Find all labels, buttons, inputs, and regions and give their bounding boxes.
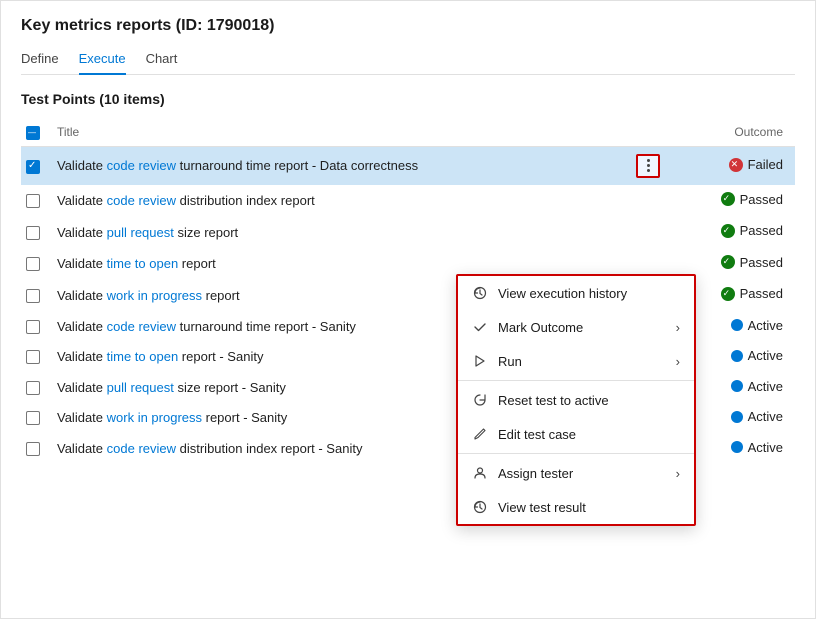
title-column-header: Title <box>49 119 628 146</box>
active-icon <box>731 319 743 331</box>
outcome-label: Active <box>748 318 783 333</box>
menu-item-label: Mark Outcome <box>498 320 583 335</box>
menu-item-label: Run <box>498 354 522 369</box>
failed-icon <box>729 158 743 172</box>
row-checkbox[interactable] <box>26 226 40 240</box>
row-checkbox[interactable] <box>26 289 40 303</box>
row-checkbox[interactable] <box>26 381 40 395</box>
outcome-badge: Failed <box>729 157 783 172</box>
outcome-label: Passed <box>740 223 783 238</box>
row-title: Validate code review distribution index … <box>49 185 628 217</box>
row-checkbox[interactable] <box>26 320 40 334</box>
outcome-label: Active <box>748 440 783 455</box>
outcome-badge: Passed <box>721 255 783 270</box>
passed-icon <box>721 287 735 301</box>
row-checkbox[interactable] <box>26 160 40 174</box>
outcome-cell: Failed <box>668 146 795 185</box>
outcome-label: Passed <box>740 286 783 301</box>
outcome-badge: Passed <box>721 286 783 301</box>
row-checkbox[interactable] <box>26 442 40 456</box>
outcome-badge: Active <box>731 348 783 363</box>
menu-item-check[interactable]: Mark Outcome › <box>458 310 694 344</box>
active-icon <box>731 441 743 453</box>
menu-icon-play <box>472 353 488 369</box>
table-row[interactable]: Validate code review turnaround time rep… <box>21 146 795 185</box>
context-menu: View execution history Mark Outcome › Ru… <box>456 274 696 526</box>
menu-item-label: View test result <box>498 500 586 515</box>
section-title: Test Points (10 items) <box>21 91 795 107</box>
menu-icon-check <box>472 319 488 335</box>
active-icon <box>731 380 743 392</box>
page-container: Key metrics reports (ID: 1790018) Define… <box>0 0 816 619</box>
menu-icon-person <box>472 465 488 481</box>
table-container: Title Outcome Validate code review turna… <box>21 119 795 608</box>
tab-define[interactable]: Define <box>21 47 59 74</box>
outcome-label: Failed <box>748 157 783 172</box>
menu-item-label: Edit test case <box>498 427 576 442</box>
menu-item-play[interactable]: Run › <box>458 344 694 378</box>
active-icon <box>731 411 743 423</box>
menu-item-history2[interactable]: View test result <box>458 490 694 524</box>
row-title: Validate pull request size report <box>49 216 628 248</box>
outcome-column-header: Outcome <box>668 119 795 146</box>
menu-icon-history2 <box>472 499 488 515</box>
outcome-badge: Active <box>731 440 783 455</box>
outcome-label: Passed <box>740 192 783 207</box>
menu-item-label: View execution history <box>498 286 627 301</box>
menu-item-edit[interactable]: Edit test case <box>458 417 694 451</box>
row-checkbox[interactable] <box>26 411 40 425</box>
passed-icon <box>721 192 735 206</box>
outcome-badge: Active <box>731 379 783 394</box>
active-icon <box>731 350 743 362</box>
menu-icon-reset <box>472 392 488 408</box>
passed-icon <box>721 255 735 269</box>
row-checkbox[interactable] <box>26 350 40 364</box>
row-checkbox[interactable] <box>26 257 40 271</box>
page-title: Key metrics reports (ID: 1790018) <box>21 17 795 35</box>
outcome-cell: Passed <box>668 185 795 217</box>
row-title: Validate code review turnaround time rep… <box>49 146 628 185</box>
table-row[interactable]: Validate code review distribution index … <box>21 185 795 217</box>
submenu-arrow-icon: › <box>676 354 680 369</box>
tab-chart[interactable]: Chart <box>146 47 178 74</box>
menu-icon-history <box>472 285 488 301</box>
submenu-arrow-icon: › <box>676 466 680 481</box>
select-all-checkbox[interactable] <box>26 126 40 140</box>
passed-icon <box>721 224 735 238</box>
menu-item-label: Reset test to active <box>498 393 609 408</box>
tab-execute[interactable]: Execute <box>79 47 126 74</box>
menu-item-history[interactable]: View execution history <box>458 276 694 310</box>
outcome-label: Active <box>748 348 783 363</box>
outcome-badge: Active <box>731 318 783 333</box>
submenu-arrow-icon: › <box>676 320 680 335</box>
outcome-label: Active <box>748 409 783 424</box>
tabs-bar: Define Execute Chart <box>21 47 795 75</box>
menu-item-reset[interactable]: Reset test to active <box>458 383 694 417</box>
row-checkbox[interactable] <box>26 194 40 208</box>
outcome-badge: Passed <box>721 223 783 238</box>
menu-item-label: Assign tester <box>498 466 573 481</box>
outcome-label: Active <box>748 379 783 394</box>
menu-separator <box>458 453 694 454</box>
menu-icon-edit <box>472 426 488 442</box>
outcome-badge: Active <box>731 409 783 424</box>
more-options-button[interactable] <box>636 154 660 178</box>
outcome-cell: Passed <box>668 216 795 248</box>
outcome-label: Passed <box>740 255 783 270</box>
menu-item-person[interactable]: Assign tester › <box>458 456 694 490</box>
table-row[interactable]: Validate pull request size report Passed <box>21 216 795 248</box>
outcome-badge: Passed <box>721 192 783 207</box>
menu-separator <box>458 380 694 381</box>
